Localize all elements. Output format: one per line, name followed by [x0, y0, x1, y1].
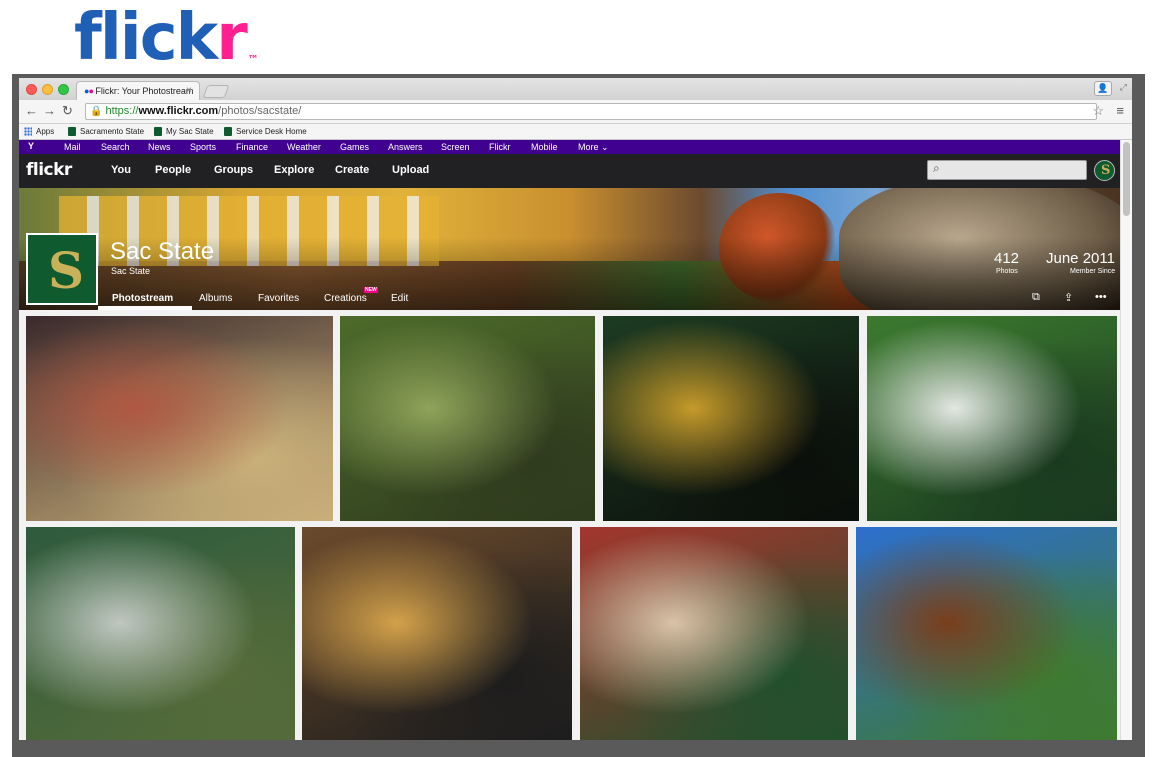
member-since-date: June 2011 [1046, 250, 1115, 267]
nav-people[interactable]: People [155, 164, 191, 176]
sac-state-icon [224, 127, 232, 136]
bookmark-apps[interactable]: Apps [24, 127, 54, 136]
nav-you[interactable]: You [111, 164, 131, 176]
tab-close-icon[interactable]: × [186, 85, 192, 96]
page-scrollbar[interactable] [1120, 140, 1132, 740]
logo-accent: r [216, 1, 248, 75]
profile-icon[interactable]: 👤 [1094, 81, 1112, 96]
bookmark-service-desk-home[interactable]: Service Desk Home [224, 127, 307, 136]
more-options-icon[interactable]: ••• [1095, 291, 1107, 303]
profile-avatar[interactable] [26, 233, 98, 305]
logo-text: flick [74, 1, 218, 75]
back-arrow-icon[interactable]: ← [25, 103, 38, 118]
logo-trademark: ™ [247, 53, 259, 66]
member-since-label: Member Since [1070, 268, 1116, 275]
url-host: www.flickr.com [138, 105, 219, 117]
bookmark-my-sac-state[interactable]: My Sac State [154, 127, 214, 136]
bookmark-star-icon[interactable]: ☆ [1092, 103, 1104, 119]
scrollbar-thumb[interactable] [1123, 142, 1130, 216]
yahoo-link-flickr[interactable]: Flickr [489, 142, 511, 152]
nav-groups[interactable]: Groups [214, 164, 253, 176]
yahoo-link-answers[interactable]: Answers [388, 142, 423, 152]
tab-creations[interactable]: Creations [324, 293, 367, 304]
yahoo-link-sports[interactable]: Sports [190, 142, 216, 152]
yahoo-link-weather[interactable]: Weather [287, 142, 321, 152]
address-bar: ← → ↻ 🔒 https://www.flickr.com/photos/sac… [19, 100, 1132, 124]
photos-label: Photos [996, 268, 1018, 275]
photo-students-walking[interactable] [340, 316, 595, 521]
minimize-window-button[interactable] [42, 84, 53, 95]
slideshow-icon[interactable]: ⧉ [1032, 291, 1040, 304]
yahoo-link-screen[interactable]: Screen [441, 142, 470, 152]
lock-icon: 🔒 [90, 106, 103, 117]
zoom-window-button[interactable] [58, 84, 69, 95]
tab-edit[interactable]: Edit [391, 293, 408, 304]
url-path: /photos/sacstate/ [218, 105, 302, 117]
photo-jazz-band[interactable] [302, 527, 572, 740]
yahoo-link-games[interactable]: Games [340, 142, 369, 152]
profile-name: Sac State [110, 238, 215, 265]
profile-tabs: Photostream Albums Favorites Creations N… [98, 286, 1120, 310]
photo-crowd-rally[interactable] [580, 527, 848, 740]
yahoo-logo-icon[interactable]: Y [25, 141, 37, 152]
photo-campus-sculpture[interactable] [856, 527, 1117, 740]
new-tab-button[interactable] [202, 85, 230, 98]
user-avatar[interactable] [1094, 160, 1115, 181]
flickr-nav-logo[interactable]: flickr [26, 160, 72, 180]
tab-photostream[interactable]: Photostream [112, 293, 173, 304]
photo-hornet-mascot-homecoming[interactable] [603, 316, 859, 521]
search-icon: ⌕ [933, 161, 940, 175]
nav-create[interactable]: Create [335, 164, 369, 176]
search-input[interactable]: ⌕ [927, 160, 1087, 180]
photo-grid [19, 310, 1120, 740]
yahoo-link-news[interactable]: News [148, 142, 171, 152]
photos-count: 412 [994, 250, 1020, 267]
nav-upload[interactable]: Upload [392, 164, 429, 176]
photo-graduates-selfie[interactable] [26, 316, 333, 521]
tab-albums[interactable]: Albums [199, 293, 232, 304]
yahoo-link-search[interactable]: Search [101, 142, 130, 152]
yahoo-bar: Y Mail Search News Sports Finance Weathe… [19, 140, 1120, 154]
profile-username: Sac State [111, 266, 151, 276]
flickr-nav: flickr You People Groups Explore Create … [19, 154, 1120, 188]
yahoo-link-mobile[interactable]: Mobile [531, 142, 558, 152]
bookmarks-bar: Apps Sacramento State My Sac State Servi… [19, 124, 1132, 140]
browser-menu-icon[interactable]: ≡ [1116, 103, 1124, 118]
fullscreen-icon[interactable]: ⤢ [1120, 82, 1127, 93]
close-window-button[interactable] [26, 84, 37, 95]
new-badge: NEW [364, 287, 378, 293]
url-field[interactable]: 🔒 https://www.flickr.com/photos/sacstate/ [85, 103, 1097, 120]
yahoo-link-mail[interactable]: Mail [64, 142, 81, 152]
cover-photo: Sac State Sac State 412 Photos June 2011… [19, 188, 1120, 310]
apps-grid-icon [24, 127, 32, 136]
tab-title: Flickr: Your Photostream [95, 86, 194, 96]
nav-explore[interactable]: Explore [274, 164, 314, 176]
flickr-favicon: ●● [84, 86, 94, 96]
share-icon[interactable]: ⇪ [1064, 291, 1073, 304]
yahoo-link-more[interactable]: More ⌄ [578, 142, 609, 153]
tab-strip: ●● Flickr: Your Photostream × 👤 ⤢ [19, 78, 1132, 100]
bookmark-sacramento-state[interactable]: Sacramento State [68, 127, 144, 136]
sac-state-icon [68, 127, 76, 136]
tab-favorites[interactable]: Favorites [258, 293, 299, 304]
browser-tab[interactable]: ●● Flickr: Your Photostream × [76, 81, 200, 100]
browser-window: ●● Flickr: Your Photostream × 👤 ⤢ ← → ↻ … [19, 78, 1132, 740]
url-scheme: https:// [105, 105, 139, 117]
sac-state-icon [154, 127, 162, 136]
photo-farmers-market[interactable] [26, 527, 295, 740]
flickr-logo: flickr ™ [74, 2, 259, 74]
photo-football-player[interactable] [867, 316, 1117, 521]
reload-icon[interactable]: ↻ [62, 103, 73, 119]
forward-arrow-icon[interactable]: → [43, 103, 56, 118]
yahoo-link-finance[interactable]: Finance [236, 142, 268, 152]
